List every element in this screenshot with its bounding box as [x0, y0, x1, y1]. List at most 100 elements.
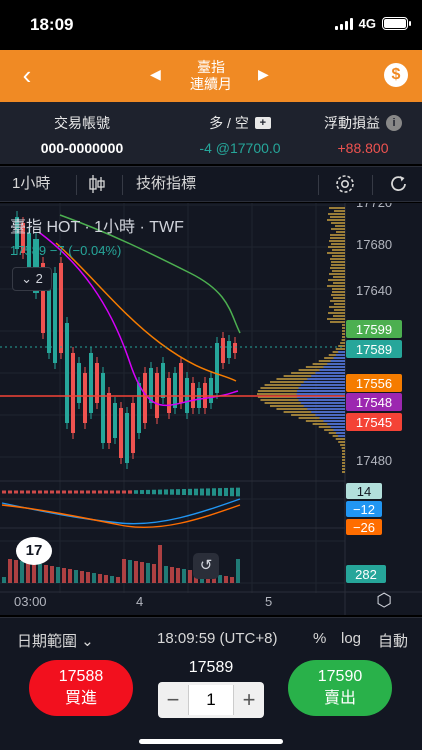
volume-profile-bar [342, 327, 345, 329]
volume-profile-bar [342, 468, 345, 470]
volume-profile-bar [328, 246, 345, 248]
candle-body [221, 338, 225, 363]
indicators-button[interactable]: 技術指標 [136, 167, 196, 201]
volume-profile-bar [330, 426, 345, 428]
contract-month: 連續月 [190, 76, 232, 92]
status-icons: 4G [334, 16, 411, 31]
candle-body [77, 363, 81, 403]
oscillator-badge-label: −26 [353, 520, 375, 535]
volume-profile-bar [342, 450, 345, 452]
price-badge-label: 17556 [356, 376, 392, 391]
dollar-coin-icon[interactable]: $ [384, 63, 408, 87]
volume-profile-bar [338, 435, 345, 437]
candlestick-icon[interactable] [88, 167, 106, 201]
oscillator-bar [62, 490, 66, 494]
price-tick-label: 17680 [356, 237, 392, 252]
volume-bar [32, 563, 36, 583]
candle-body [83, 373, 87, 423]
quantity-field[interactable]: 1 [188, 685, 234, 715]
volume-profile-bar [328, 279, 345, 281]
chart-toolbar: 1小時 技術指標 [0, 166, 422, 202]
volume-profile-bar [323, 366, 345, 368]
tradingview-logo: 17 [16, 537, 52, 565]
floating-pnl: 浮動損益 i +88.800 [318, 114, 408, 156]
volume-profile-bar [300, 402, 345, 404]
volume-profile-bar [342, 333, 345, 335]
price-tick-label: 17640 [356, 283, 392, 298]
volume-profile-bar [342, 471, 345, 473]
volume-bar [158, 545, 162, 583]
account-number-label: 交易帳號 [54, 115, 110, 131]
oscillator-bar [2, 490, 6, 494]
volume-profile-bar [342, 324, 345, 326]
volume-bar [176, 568, 180, 583]
volume-profile-bar [335, 438, 345, 440]
sell-button[interactable]: 17590 賣出 [288, 660, 392, 716]
percent-toggle[interactable]: % [313, 630, 326, 647]
increase-quantity-button[interactable]: + [234, 687, 264, 713]
date-range-button[interactable]: 日期範圍 ⌄ [17, 630, 94, 651]
price-chart[interactable]: 17720 17680 17640 17480 17599 17589 17556 17548… [0, 203, 422, 615]
volume-profile-bar [340, 444, 345, 446]
volume-profile-bar [342, 459, 345, 461]
time-axis-label: 03:00 [14, 594, 47, 609]
account-number: 交易帳號 000-0000000 [20, 114, 144, 156]
volume-profile-bar [342, 456, 345, 458]
volume-bar [224, 576, 228, 583]
volume-bar [122, 559, 126, 583]
scale-settings-icon[interactable]: ⬡ [373, 589, 395, 611]
volume-bar [218, 575, 222, 583]
back-icon[interactable]: ‹ [14, 60, 40, 90]
decrease-quantity-button[interactable]: − [158, 687, 188, 713]
refresh-icon[interactable] [388, 167, 410, 201]
candle-body [161, 363, 165, 398]
oscillator-bar [26, 490, 30, 494]
volume-bar [26, 562, 30, 583]
volume-profile-bar [338, 441, 345, 443]
auto-toggle[interactable]: 自動 [378, 630, 408, 651]
folder-add-icon[interactable]: + [254, 117, 271, 129]
clock-display[interactable]: 18:09:59 (UTC+8) [157, 630, 277, 647]
chart-legend: 臺指 HOT · 1小時 · TWF 17589 −7 (−0.04%) [10, 213, 184, 258]
prev-contract-icon[interactable]: ◀ [150, 66, 161, 83]
trade-panel: 17588 買進 17589 − 1 + 17590 賣出 [0, 657, 422, 750]
volume-profile-bar [307, 378, 345, 380]
ma-orange-line [55, 242, 237, 382]
volume-profile-bar [332, 255, 345, 257]
settings-gear-icon[interactable] [333, 167, 357, 201]
oscillator-bar [128, 490, 132, 494]
time-axis-label: 4 [136, 594, 143, 609]
time-axis-label: 5 [265, 594, 272, 609]
volume-bar [44, 565, 48, 583]
legend-collapse-button[interactable]: ⌄ 2 [12, 267, 52, 291]
candle-body [113, 403, 117, 438]
interval-button[interactable]: 1小時 [12, 167, 50, 201]
oscillator-bar [146, 489, 150, 495]
candle-body [53, 273, 57, 363]
price-badge-label: 17589 [356, 342, 392, 357]
candle-body [215, 343, 219, 393]
candle-body [137, 383, 141, 433]
status-bar: 18:09 4G [0, 0, 422, 50]
contract-title[interactable]: 臺指 連續月 [170, 59, 252, 93]
oscillator-bar [80, 490, 84, 494]
buy-button[interactable]: 17588 買進 [29, 660, 133, 716]
volume-profile-bar [342, 462, 345, 464]
oscillator-bar [68, 490, 72, 494]
oscillator-bar [236, 487, 240, 497]
volume-bar [170, 567, 174, 583]
oscillator-bar [200, 488, 204, 496]
volume-bar [80, 571, 84, 583]
reset-chart-icon[interactable]: ↺ [193, 553, 219, 579]
next-contract-icon[interactable]: ▶ [258, 66, 269, 83]
volume-profile-bar [296, 393, 345, 395]
volume-bar [146, 563, 150, 583]
candle-body [197, 388, 201, 408]
volume-bar [68, 569, 72, 583]
volume-profile-bar [330, 258, 345, 260]
candle-body [71, 353, 75, 433]
oscillator-blue-line [1, 498, 241, 525]
volume-bar [50, 566, 54, 583]
info-icon[interactable]: i [386, 115, 402, 131]
log-toggle[interactable]: log [341, 630, 361, 647]
